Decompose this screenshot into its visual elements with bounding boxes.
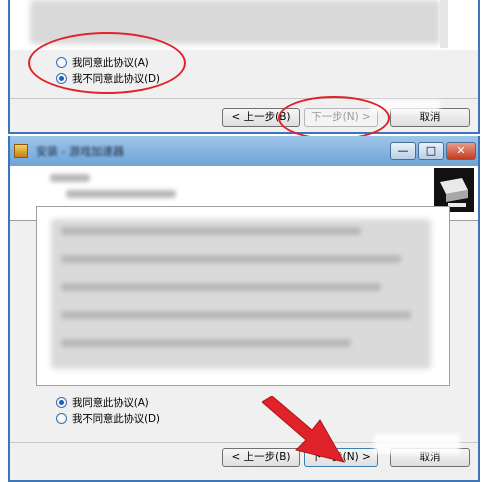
next-highlight-ellipse (278, 96, 390, 140)
title-bar[interactable]: 安装 - 游戏加速器 — □ ✕ (10, 136, 478, 166)
setup-window: 安装 - 游戏加速器 — □ ✕ 我同意此协议(A) 我不同意此协议(D) < … (8, 136, 480, 482)
agree-radio[interactable] (56, 396, 67, 408)
agree-option[interactable]: 我同意此协议(A) (56, 394, 149, 410)
watermark (374, 434, 460, 454)
close-button[interactable]: ✕ (446, 142, 476, 160)
disagree-radio[interactable] (56, 412, 67, 424)
license-scrollbar[interactable] (440, 0, 448, 48)
radio-highlight-ellipse (28, 32, 186, 94)
minimize-button[interactable]: — (390, 142, 416, 160)
agree-label: 我同意此协议(A) (72, 396, 149, 409)
disagree-option[interactable]: 我不同意此协议(D) (56, 410, 160, 426)
blurred-line (61, 255, 401, 263)
button-separator (10, 98, 478, 99)
disagree-label: 我不同意此协议(D) (72, 412, 160, 425)
blurred-line (61, 227, 361, 235)
maximize-button[interactable]: □ (418, 142, 444, 160)
window-title: 安装 - 游戏加速器 (36, 145, 124, 158)
blurred-subheading (66, 190, 176, 198)
license-text-box[interactable] (36, 206, 450, 386)
blurred-heading (50, 174, 90, 182)
blurred-line (61, 283, 381, 291)
blurred-line (61, 311, 411, 319)
blurred-line (61, 339, 351, 347)
arrow-icon (262, 396, 346, 463)
installer-icon (14, 144, 28, 158)
